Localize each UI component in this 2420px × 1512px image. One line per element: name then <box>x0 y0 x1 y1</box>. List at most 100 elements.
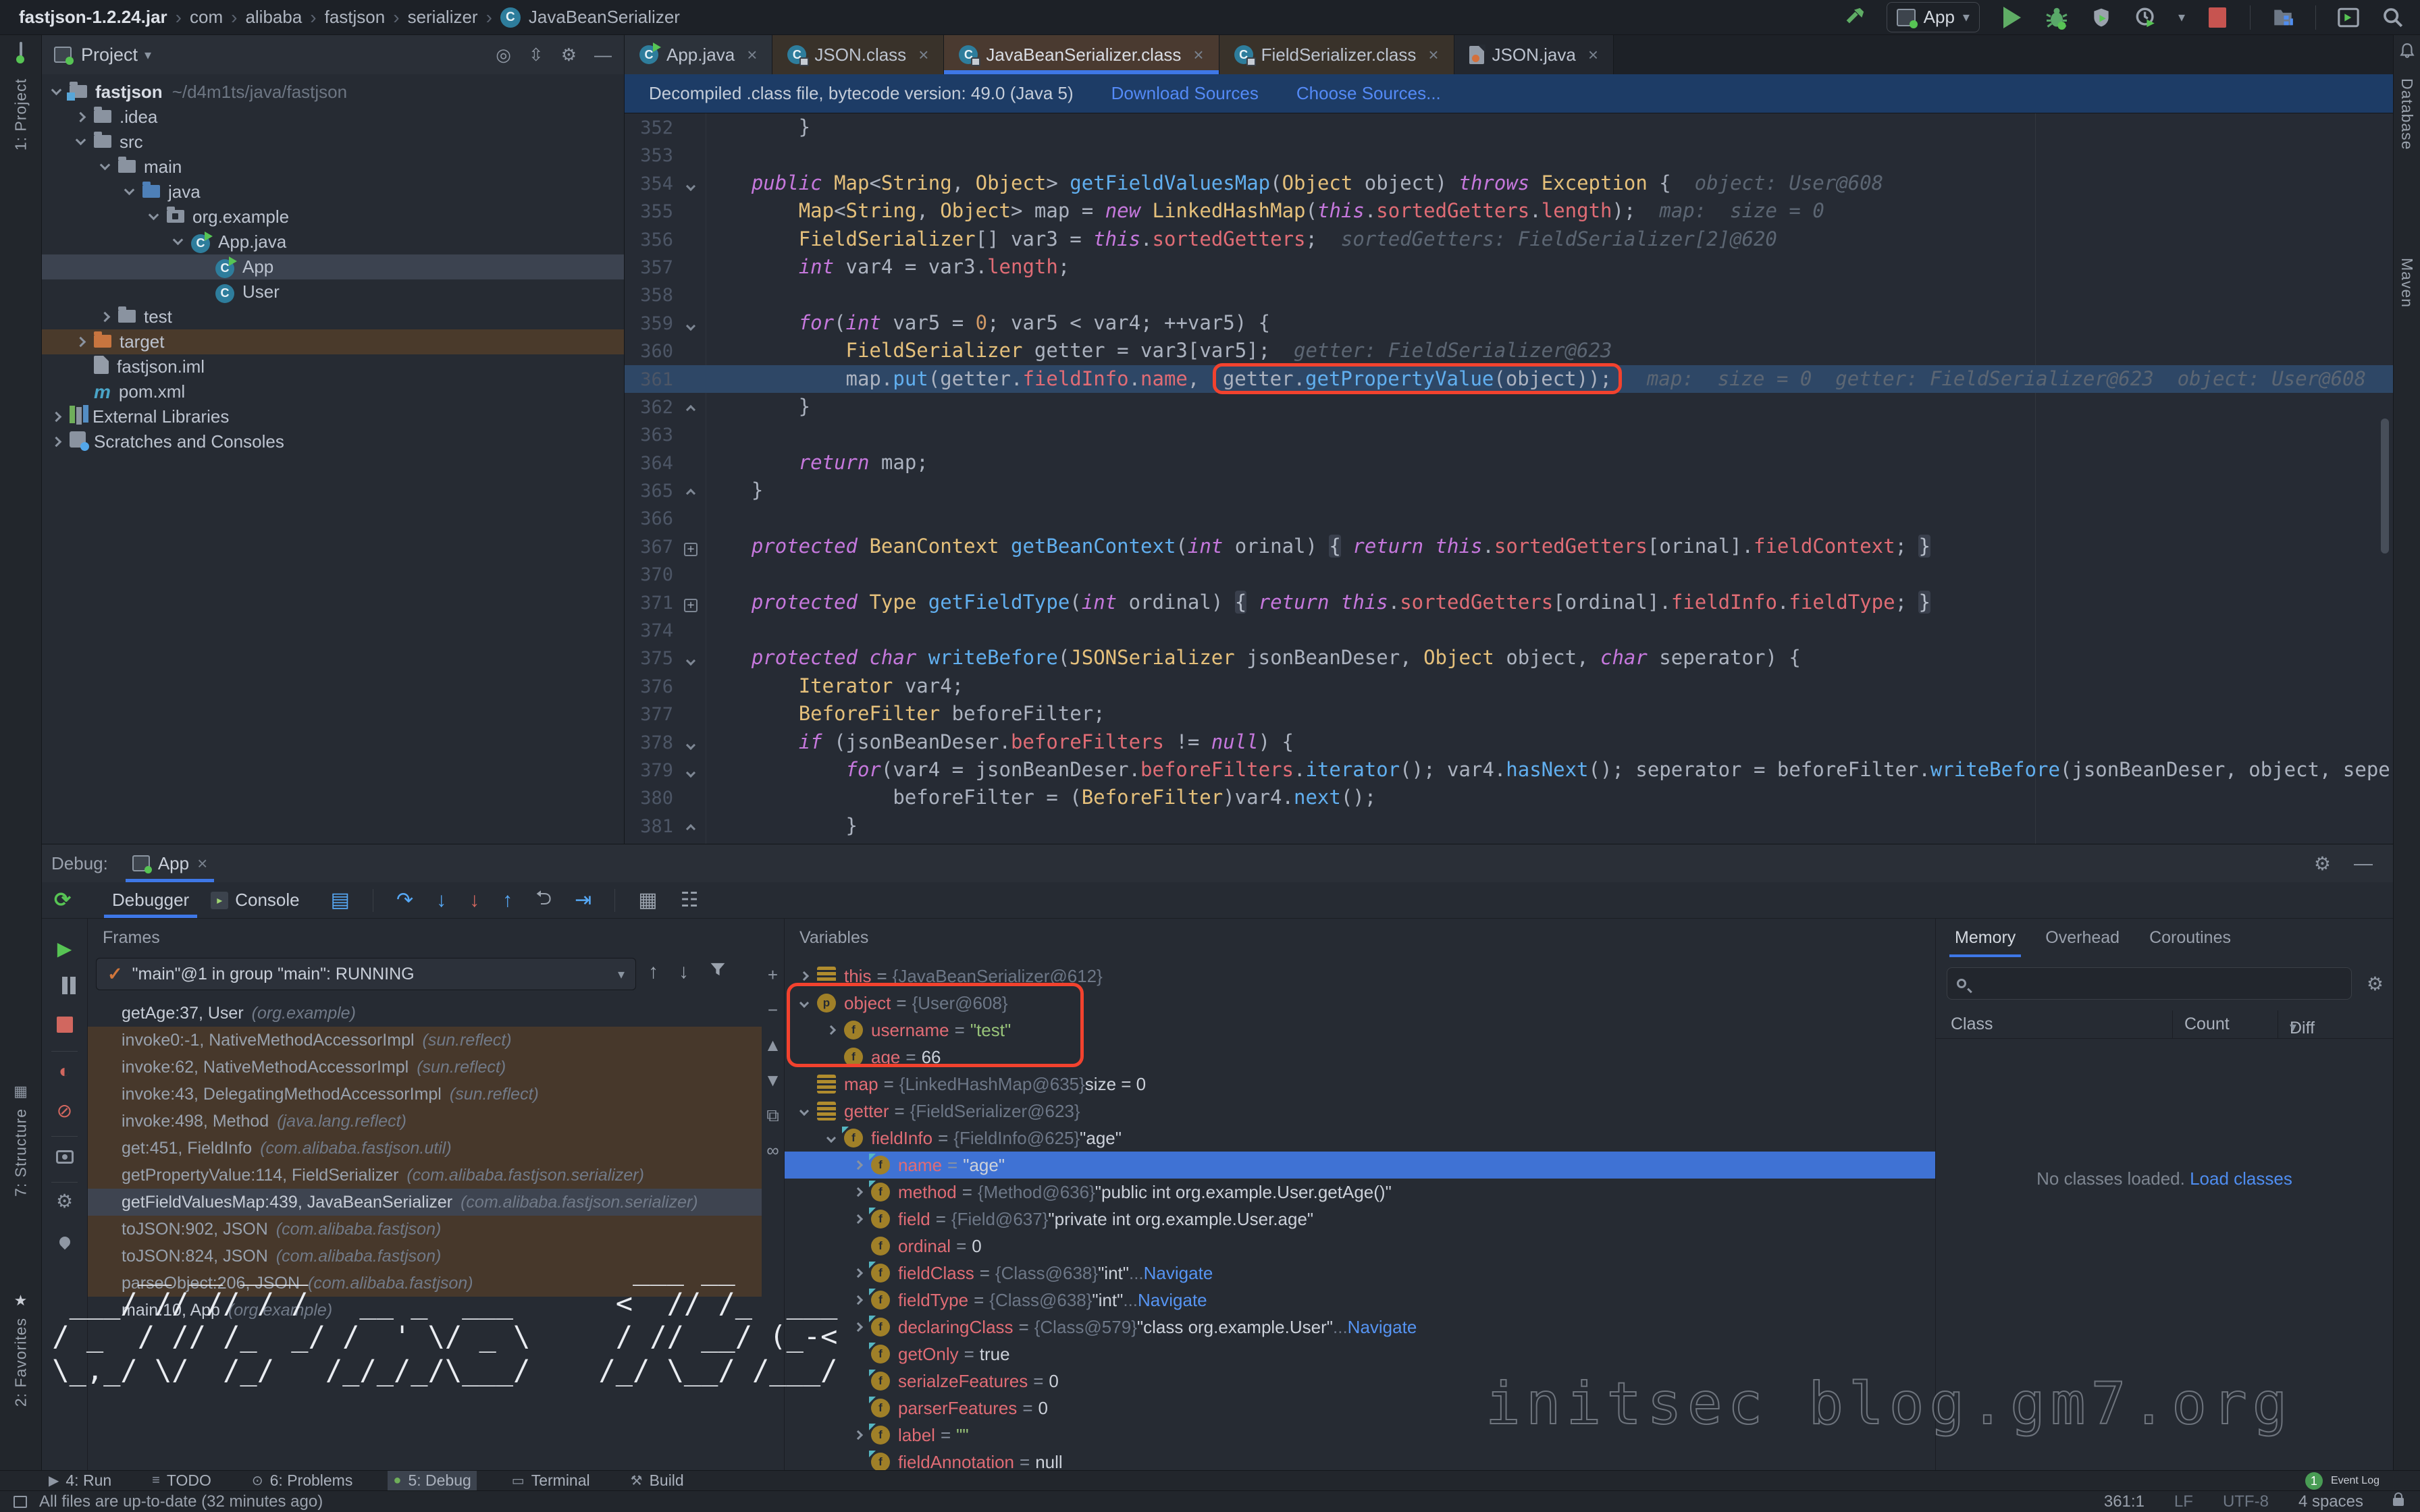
run-config-selector[interactable]: App ▾ <box>1887 2 1980 32</box>
memory-search-input[interactable] <box>1947 967 2352 1000</box>
chevron-icon[interactable] <box>100 160 111 171</box>
tree-item-target[interactable]: target <box>42 329 624 354</box>
project-stripe-icon[interactable] <box>20 43 22 61</box>
chevron-icon[interactable] <box>853 1214 863 1224</box>
tab-coroutines[interactable]: Coroutines <box>2149 928 2231 948</box>
close-icon[interactable]: × <box>1588 45 1598 65</box>
frame-up-icon[interactable]: ↑ <box>648 961 658 983</box>
move-down-icon[interactable]: ▼ <box>764 1070 782 1091</box>
step-out-icon[interactable]: ↑ <box>502 889 512 912</box>
editor-tab[interactable]: JSON.java× <box>1454 35 1614 74</box>
breadcrumb-item[interactable]: alibaba <box>245 7 302 28</box>
hide-panel-icon[interactable]: — <box>594 45 612 65</box>
chevron-icon[interactable] <box>799 998 809 1008</box>
fold-marker[interactable] <box>677 311 704 339</box>
close-icon[interactable]: × <box>747 45 757 65</box>
thread-selector[interactable]: ✓ "main"@1 in group "main": RUNNING ▾ <box>96 958 636 990</box>
load-classes-link[interactable]: Load classes <box>2190 1168 2292 1189</box>
structure-stripe-icon[interactable]: ▦ <box>14 1083 28 1100</box>
step-over-icon[interactable]: ↷ <box>396 888 413 912</box>
chevron-icon[interactable] <box>826 1133 836 1143</box>
variable-row-serialzeFeatures[interactable]: fserialzeFeatures=0 <box>785 1368 1935 1395</box>
line-number[interactable]: 355 <box>625 198 677 225</box>
navigate-link[interactable]: Navigate <box>1348 1317 1417 1338</box>
search-everywhere-icon[interactable] <box>2381 5 2405 30</box>
chevron-icon[interactable] <box>124 185 135 196</box>
run-anything-icon[interactable] <box>2336 5 2361 30</box>
variable-row-username[interactable]: fusername="test" <box>785 1017 1935 1044</box>
chevron-icon[interactable] <box>51 412 62 423</box>
line-number[interactable]: 380 <box>625 784 677 812</box>
chevron-icon[interactable] <box>853 1160 863 1170</box>
drop-frame-icon[interactable]: ⮌ <box>535 883 552 917</box>
chevron-icon[interactable] <box>149 210 159 221</box>
stop-button[interactable] <box>2205 5 2230 30</box>
line-number[interactable]: 376 <box>625 673 677 701</box>
sidebar-item-favorites[interactable]: 2: Favorites <box>11 1318 30 1407</box>
line-number[interactable]: 353 <box>625 142 677 169</box>
status-window-icon[interactable] <box>14 1496 27 1508</box>
tree-item-src[interactable]: src <box>42 130 624 155</box>
step-into-icon[interactable]: ↓ <box>436 889 446 912</box>
view-breakpoints-icon[interactable]: ⊘ <box>57 1100 72 1122</box>
breadcrumb-item[interactable]: JavaBeanSerializer <box>529 7 680 28</box>
variable-row-map[interactable]: map={LinkedHashMap@635} size = 0 <box>785 1071 1935 1098</box>
toolwindow-button-6-problems[interactable]: ⊙6: Problems <box>246 1471 358 1490</box>
close-icon[interactable]: × <box>918 45 928 65</box>
pause-icon[interactable] <box>62 977 68 999</box>
tree-item-app[interactable]: CApp <box>42 254 624 279</box>
project-panel-title[interactable]: Project <box>81 45 138 65</box>
line-number[interactable]: 375 <box>625 645 677 672</box>
stack-frame[interactable]: main:10, App(org.example) <box>88 1297 762 1324</box>
stack-frame[interactable]: get:451, FieldInfo(com.alibaba.fastjson.… <box>88 1135 762 1162</box>
tab-debugger[interactable]: Debugger <box>101 882 200 918</box>
chevron-icon[interactable] <box>799 1106 809 1116</box>
code-editor[interactable]: 352 }353354 public Map<String, Object> g… <box>625 113 2393 844</box>
fold-marker[interactable]: + <box>677 591 704 618</box>
line-number[interactable]: 360 <box>625 338 677 365</box>
tab-memory[interactable]: Memory <box>1955 928 2016 948</box>
chevron-icon[interactable] <box>100 312 111 323</box>
sidebar-item-project[interactable]: 1: Project <box>11 78 30 151</box>
remove-watch-icon[interactable]: − <box>768 1000 778 1021</box>
tree-item-external-libraries[interactable]: External Libraries <box>42 404 624 429</box>
get-thread-dump-camera-icon[interactable] <box>56 1147 74 1168</box>
stack-frame[interactable]: invoke0:-1, NativeMethodAccessorImpl(sun… <box>88 1027 762 1054</box>
toolwindow-button-4-run[interactable]: ▶4: Run <box>43 1471 117 1490</box>
navigate-link[interactable]: Navigate <box>1138 1290 1207 1311</box>
move-up-icon[interactable]: ▲ <box>764 1035 782 1056</box>
chevron-icon[interactable] <box>76 337 86 348</box>
layout-icon[interactable]: ▤ <box>331 888 350 912</box>
project-view-chevron-icon[interactable]: ▾ <box>144 47 151 63</box>
variable-row-name[interactable]: fname="age" <box>785 1152 1935 1179</box>
stack-frame[interactable]: getPropertyValue:114, FieldSerializer(co… <box>88 1162 762 1189</box>
sidebar-item-database[interactable]: Database <box>2398 78 2416 150</box>
memory-settings-gear-icon[interactable]: ⚙ <box>2367 973 2384 995</box>
line-number[interactable]: 361 <box>625 366 677 394</box>
watches-infinity-icon[interactable]: ∞ <box>766 1140 779 1161</box>
tree-item-test[interactable]: test <box>42 304 624 329</box>
variable-row-age[interactable]: fage=66 <box>785 1044 1935 1071</box>
chevron-icon[interactable] <box>799 971 809 981</box>
editor-tab[interactable]: CJavaBeanSerializer.class× <box>944 35 1219 74</box>
line-number[interactable]: 367 <box>625 533 677 561</box>
line-number[interactable]: 378 <box>625 729 677 757</box>
tree-item-org-example[interactable]: org.example <box>42 205 624 230</box>
mute-breakpoints-icon[interactable]: ◐ <box>59 1060 70 1082</box>
tab-overhead[interactable]: Overhead <box>2045 928 2120 948</box>
chevron-icon[interactable] <box>51 85 62 96</box>
chevron-icon[interactable] <box>853 1187 863 1197</box>
variable-row-field[interactable]: ffield={Field@637} "private int org.exam… <box>785 1206 1935 1233</box>
variable-row-ordinal[interactable]: fordinal=0 <box>785 1233 1935 1260</box>
debug-session-tab[interactable]: App × <box>126 844 214 882</box>
chevron-icon[interactable] <box>853 1295 863 1305</box>
tree-item-java[interactable]: java <box>42 180 624 205</box>
fold-marker[interactable]: + <box>677 535 704 562</box>
chevron-icon[interactable] <box>853 1430 863 1440</box>
navigate-link[interactable]: Navigate <box>1144 1263 1213 1284</box>
rerun-icon[interactable]: ⟳ <box>54 888 71 912</box>
tree-item-fastjson-iml[interactable]: fastjson.iml <box>42 354 624 379</box>
sidebar-item-structure[interactable]: 7: Structure <box>11 1108 30 1197</box>
status-item[interactable]: 361:1 <box>2104 1492 2145 1511</box>
resume-icon[interactable]: ▶ <box>57 938 72 960</box>
